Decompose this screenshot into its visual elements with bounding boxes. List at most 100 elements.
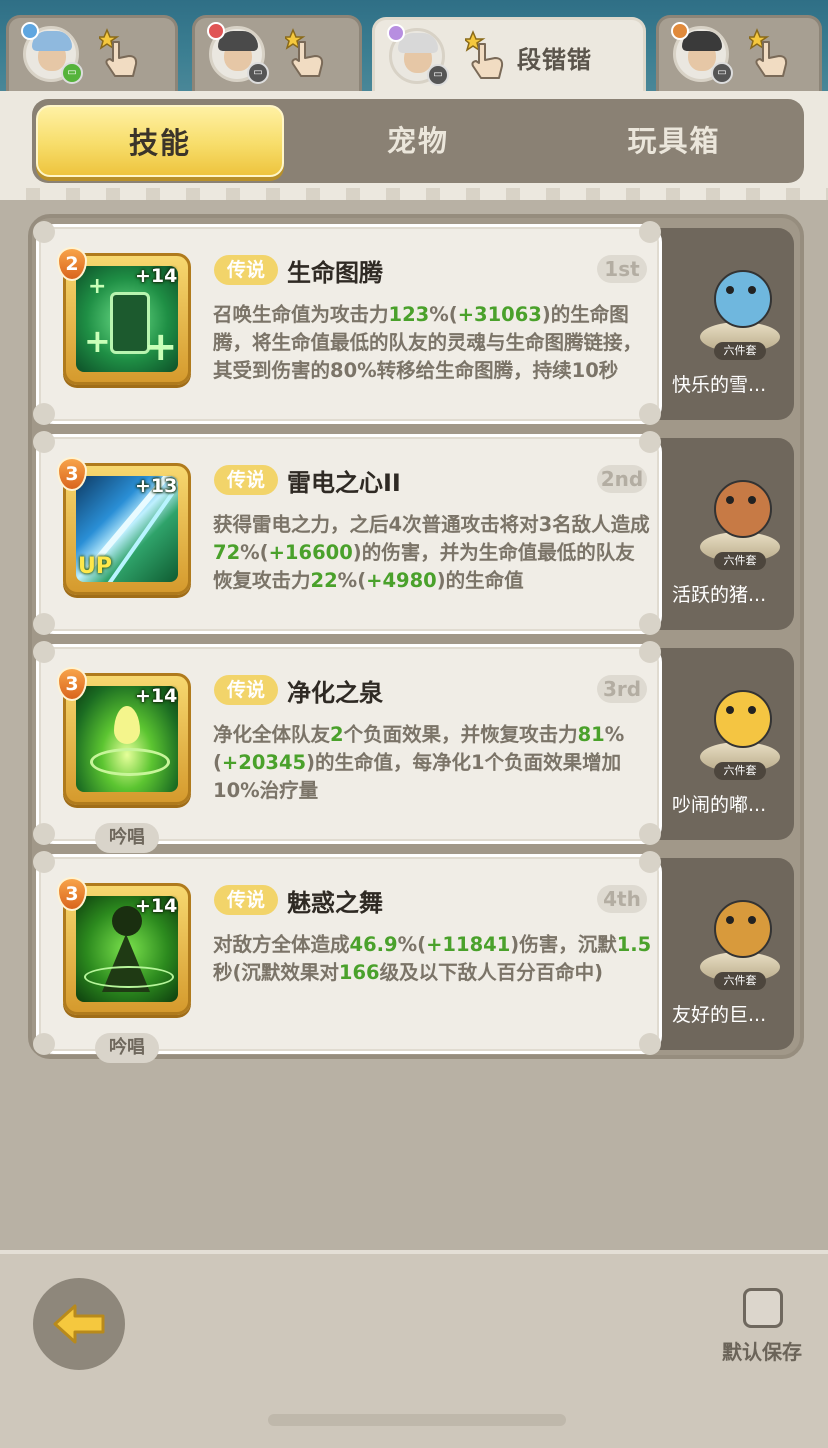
card-corner-ornament [33, 403, 55, 425]
skill-name: 净化之泉 [287, 679, 383, 707]
skill-order-badge: 4th [597, 885, 647, 913]
skill-text: 对敌方全体造成 [213, 933, 350, 956]
home-indicator[interactable] [268, 1414, 566, 1426]
skill-name: 魅惑之舞 [287, 889, 383, 917]
rarity-badge: 传说 [214, 675, 278, 705]
tab-skills[interactable]: 技能 [36, 105, 284, 177]
skill-description: 获得雷电之力，之后4次普通攻击将对3名敌人造成72%(+16600)的伤害，并为… [213, 511, 653, 595]
chant-tag: 吟唱 [95, 1033, 159, 1063]
hero-tab-4[interactable]: ▭ [656, 15, 822, 91]
skill-card[interactable]: 3 +14 吟唱 传说 净化之泉 3rd 净化全体队友2个负面效果，并恢复攻击力81%(+2… [33, 641, 662, 853]
skill-value: +31063 [457, 303, 542, 326]
pet-name: 快乐的雪... [672, 374, 767, 396]
element-icon [387, 24, 405, 42]
skill-enhance-level: +14 [135, 895, 178, 917]
tap-hand-icon [465, 30, 504, 79]
skill-value: 81 [577, 723, 605, 746]
skill-text: %( [397, 933, 427, 956]
card-corner-ornament [33, 613, 55, 635]
chant-tag: 吟唱 [95, 823, 159, 853]
pet-set-badge: 六件套 [714, 762, 766, 780]
card-corner-ornament [639, 403, 661, 425]
skill-enhance-level: +14 [135, 685, 178, 707]
skill-value: 1.5 [616, 933, 652, 956]
hero-tab-3[interactable]: ▭ 段锴锴 [372, 17, 646, 93]
skill-text: %( [240, 541, 269, 564]
rarity-badge: 传说 [214, 255, 278, 285]
skill-value: 2 [330, 723, 344, 746]
card-corner-ornament [33, 851, 55, 873]
back-arrow-icon [53, 1304, 105, 1344]
skill-name: 雷电之心II [287, 469, 401, 497]
skill-value: 22 [310, 569, 338, 592]
skill-text: %( [429, 303, 458, 326]
skill-text: 个负面效果，并恢复攻击力 [343, 723, 578, 746]
skill-description: 净化全体队友2个负面效果，并恢复攻击力81%(+20345)的生命值，每净化1个… [213, 721, 653, 805]
skill-text: )伤害，沉默 [510, 933, 617, 956]
card-corner-ornament [33, 431, 55, 453]
default-save-checkbox[interactable] [743, 1288, 783, 1328]
skill-card[interactable]: + + +2 +14 传说 生命图腾 1st 召唤生命值为攻击力123%(+31063)的生命… [33, 221, 662, 425]
skill-value: +20345 [221, 751, 307, 774]
skill-row: 六件套 吵闹的嘟... 3 +14 吟唱 传说 净化之泉 3rd 净化全体队友2个负面效果，并恢… [33, 641, 794, 853]
skill-text: 级及以下敌人百分百命中) [379, 961, 604, 984]
skill-text: 获得雷电之力，之后4次普通攻击将对3名敌人造成 [213, 513, 650, 536]
skill-value: 166 [338, 961, 380, 984]
card-corner-ornament [33, 823, 55, 845]
skill-text: 召唤生命值为攻击力 [213, 303, 389, 326]
chat-badge-icon: ▭ [61, 62, 83, 84]
skill-value: +16600 [268, 541, 353, 564]
skill-row: 六件套 活跃的猪... UP 3 +13 传说 雷电之心II 2nd 获得雷电之力，之后4次普通… [33, 431, 794, 635]
pet-panel[interactable]: 六件套活跃的猪... [656, 438, 794, 630]
pet-set-badge: 六件套 [714, 342, 766, 360]
skill-value: 72 [213, 541, 241, 564]
element-icon [207, 22, 225, 40]
rarity-badge: 传说 [214, 885, 278, 915]
skill-value: 46.9 [349, 933, 398, 956]
skill-value: +11841 [426, 933, 511, 956]
rarity-badge: 传说 [214, 465, 278, 495]
hero-tab-1[interactable]: ▭ [6, 15, 178, 91]
element-icon [671, 22, 689, 40]
skill-card[interactable]: 3 +14 吟唱 传说 魅惑之舞 4th 对敌方全体造成46.9%(+11841)伤害，沉默… [33, 851, 662, 1063]
card-corner-ornament [639, 613, 661, 635]
skill-enhance-level: +14 [135, 265, 178, 287]
skill-card[interactable]: UP 3 +13 传说 雷电之心II 2nd 获得雷电之力，之后4次普通攻击将对3名敌人造成… [33, 431, 662, 635]
skill-name: 生命图腾 [287, 259, 383, 287]
chat-badge-icon: ▭ [247, 62, 269, 84]
category-tab-area: 技能 宠物 玩具箱 [0, 91, 828, 191]
skill-enhance-level: +13 [135, 475, 178, 497]
tap-hand-icon [285, 28, 324, 77]
back-button[interactable] [33, 1278, 125, 1370]
card-corner-ornament [639, 431, 661, 453]
skill-row: 六件套 快乐的雪... + + +2 +14 传说 生命图腾 1st 召唤生命值为攻击力123%(… [33, 221, 794, 425]
card-corner-ornament [639, 1033, 661, 1055]
upgrade-label: UP [78, 554, 112, 579]
card-corner-ornament [639, 823, 661, 845]
tab-toybox[interactable]: 玩具箱 [550, 105, 798, 177]
pet-name: 友好的巨... [672, 1004, 767, 1026]
hero-tab-2[interactable]: ▭ [192, 15, 362, 91]
paper-edge-divider [0, 188, 828, 200]
pet-name: 吵闹的嘟... [672, 794, 767, 816]
card-corner-ornament [33, 1033, 55, 1055]
skill-order-badge: 1st [597, 255, 647, 283]
hero-name: 段锴锴 [517, 46, 592, 74]
chat-badge-icon: ▭ [711, 62, 733, 84]
card-corner-ornament [639, 221, 661, 243]
pet-panel[interactable]: 六件套 友好的巨... [656, 858, 794, 1050]
tap-hand-icon [749, 28, 788, 77]
skill-text: %( [337, 569, 367, 592]
card-corner-ornament [33, 221, 55, 243]
pet-name: 活跃的猪... [672, 584, 767, 606]
element-icon [21, 22, 39, 40]
pet-panel[interactable]: 六件套吵闹的嘟... [656, 648, 794, 840]
category-tab-bar: 技能 宠物 玩具箱 [32, 99, 804, 183]
pet-set-badge: 六件套 [714, 552, 766, 570]
tap-hand-icon [99, 28, 138, 77]
tab-pets[interactable]: 宠物 [294, 105, 542, 177]
skill-text: 净化全体队友 [213, 723, 331, 746]
pet-panel[interactable]: 六件套快乐的雪... [656, 228, 794, 420]
skill-row: 六件套 友好的巨... 3 +14 吟唱 传说 魅惑之舞 4th 对敌方全体造成46.9%(+1… [33, 851, 794, 1063]
skill-value: +4980 [366, 569, 437, 592]
